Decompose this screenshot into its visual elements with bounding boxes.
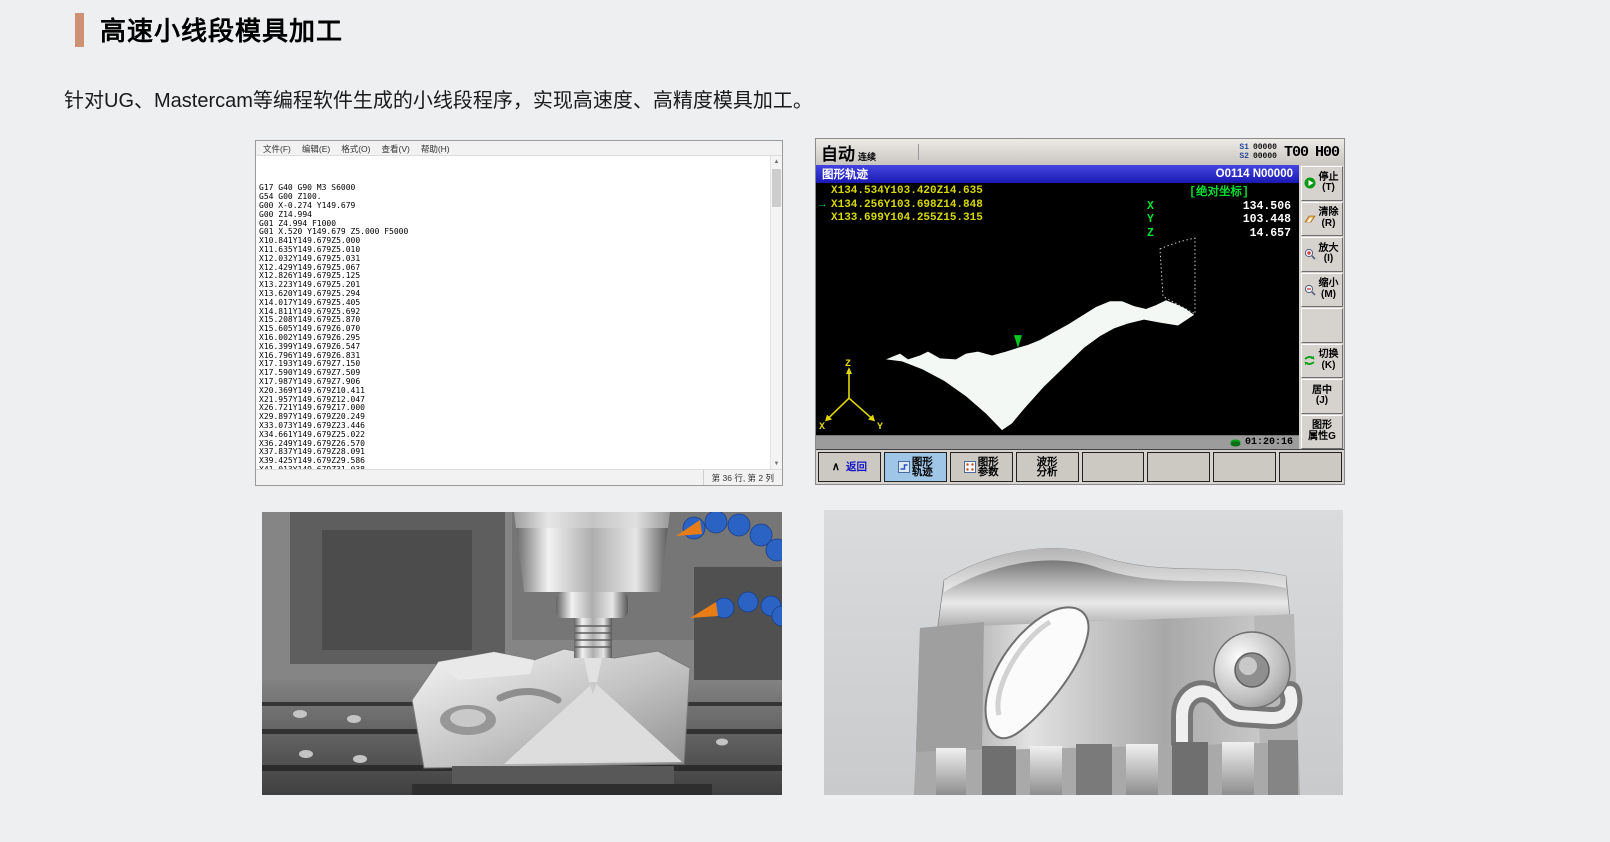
machined-surface — [886, 300, 1194, 430]
gcode-editor-text[interactable]: G17 G40 G90 M3 S6000G54 G00 Z100.G00 X-0… — [256, 156, 771, 469]
tab-return[interactable]: ∧ 返回 — [818, 452, 881, 482]
s2-value: 00000 — [1253, 152, 1277, 161]
section-header: 高速小线段模具加工 — [75, 11, 343, 48]
center-button[interactable]: 居中(J) — [1301, 379, 1343, 414]
line-marker — [819, 185, 831, 199]
notepad-menu-item[interactable]: 帮助(H) — [421, 143, 450, 155]
notepad-menu-item[interactable]: 文件(F) — [263, 143, 291, 155]
axis-x-label: X — [819, 421, 825, 432]
cnc-graphics-screen: Z X Y X134.534Y103.420Z14.635 →X134.256Y… — [816, 183, 1299, 435]
page-title: 高速小线段模具加工 — [100, 11, 343, 48]
scroll-down-icon[interactable]: ▼ — [771, 458, 782, 469]
cnc-titlebar: 图形轨迹 O0114 N00000 — [816, 165, 1299, 183]
notepad-menu-item[interactable]: 格式(O) — [341, 143, 370, 155]
gcode-line: X41.013Y149.679Z31.038 — [259, 466, 771, 469]
eraser-icon — [1303, 214, 1316, 224]
gcode-line: G00 X-0.274 Y149.679 — [259, 202, 771, 211]
program-line: X133.699Y104.255Z15.315 — [831, 212, 983, 226]
notepad-menubar: 文件(F) 编辑(E) 格式(O) 查看(V) 帮助(H) — [256, 141, 782, 156]
coord-z-value: 14.657 — [1250, 227, 1291, 241]
blank-button[interactable] — [1301, 308, 1343, 343]
spindle-speeds: S1 00000 S2 00000 — [1239, 143, 1277, 161]
coord-x-value: 134.506 — [1243, 200, 1291, 214]
clear-button[interactable]: 清除(R) — [1301, 202, 1343, 237]
absolute-coordinates: [绝对坐标] X 134.506 Y 103.448 Z 14.657 — [1143, 186, 1295, 240]
s1-label: S1 — [1239, 143, 1249, 152]
tab-empty[interactable] — [1147, 452, 1210, 482]
axis-y-label: Y — [877, 421, 883, 432]
program-line: X134.256Y103.698Z14.848 — [831, 199, 983, 213]
notepad-menu-item[interactable]: 编辑(E) — [302, 143, 330, 155]
s1-value: 00000 — [1253, 143, 1277, 152]
stop-button[interactable]: 停止(T) — [1301, 166, 1343, 201]
cnc-clock: 01:20:16 — [1245, 437, 1293, 448]
tab-empty[interactable] — [1279, 452, 1342, 482]
scroll-up-icon[interactable]: ▲ — [771, 156, 782, 167]
s2-label: S2 — [1239, 152, 1249, 161]
tab-empty[interactable] — [1213, 452, 1276, 482]
switch-button[interactable]: 切换(K) — [1301, 344, 1343, 379]
play-icon — [1303, 177, 1316, 189]
cnc-tab-bar: ∧ 返回 图形轨迹 图形参数 波形分析 — [816, 449, 1344, 484]
switch-icon — [1303, 355, 1316, 366]
graph-attribute-button[interactable]: 图形属性G — [1301, 415, 1343, 450]
notepad-window: 文件(F) 编辑(E) 格式(O) 查看(V) 帮助(H) G17 G40 G90 M3… — [255, 140, 783, 486]
gcode-line: G17 G40 G90 M3 S6000 — [259, 184, 771, 193]
cnc-program-lines: X134.534Y103.420Z14.635 →X134.256Y103.69… — [819, 185, 983, 226]
coord-y-axis: Y — [1147, 213, 1154, 227]
cnc-softkey-column: 停止(T) 清除(R) 放大(I) 缩小(M) 切换(K) 居 — [1299, 165, 1344, 449]
zoom-in-button[interactable]: 放大(I) — [1301, 237, 1343, 272]
axes-indicator — [828, 371, 872, 418]
cnc-status-strip: 01:20:16 — [816, 435, 1299, 449]
notepad-statusbar: 第 36 行, 第 2 列 — [256, 469, 782, 485]
coord-z-axis: Z — [1147, 227, 1154, 241]
line-marker — [819, 212, 831, 226]
trace-icon — [898, 461, 910, 473]
h-code: H00 — [1315, 144, 1339, 161]
tool-position-marker — [1014, 335, 1022, 348]
zoom-out-icon — [1303, 284, 1316, 296]
coord-y-value: 103.448 — [1243, 213, 1291, 227]
milling-machine-photo — [262, 512, 782, 795]
cnc-mode: 自动 — [821, 140, 855, 165]
tab-waveform-analysis[interactable]: 波形分析 — [1016, 452, 1079, 482]
axis-z-label: Z — [845, 358, 851, 369]
program-line: X134.534Y103.420Z14.635 — [831, 185, 983, 199]
tab-empty[interactable] — [1082, 452, 1145, 482]
active-line-marker: → — [819, 199, 831, 213]
divider — [918, 144, 919, 160]
tool-code: T00 — [1284, 144, 1308, 161]
params-icon — [964, 461, 976, 473]
status-icon — [1230, 439, 1241, 447]
page-subtitle: 针对UG、Mastercam等编程软件生成的小线段程序，实现高速度、高精度模具加… — [64, 84, 813, 113]
coord-header: [绝对坐标] — [1143, 186, 1295, 200]
caret-up-icon: ∧ — [832, 462, 840, 473]
cnc-header: 自动 连续 S1 00000 S2 00000 T00 H00 — [816, 139, 1344, 165]
cnc-mode-sub: 连续 — [858, 150, 876, 163]
scrollbar-thumb[interactable] — [772, 169, 781, 207]
tab-graph-trace[interactable]: 图形轨迹 — [884, 452, 947, 482]
program-number: O0114 N00000 — [1216, 168, 1293, 180]
scrollbar[interactable]: ▲ ▼ — [770, 156, 782, 469]
zoom-out-button[interactable]: 缩小(M) — [1301, 273, 1343, 308]
finished-mold-photo — [824, 510, 1343, 795]
tab-graph-params[interactable]: 图形参数 — [950, 452, 1013, 482]
notepad-menu-item[interactable]: 查看(V) — [381, 143, 409, 155]
zoom-in-icon — [1303, 248, 1316, 260]
coord-x-axis: X — [1147, 200, 1154, 214]
cnc-screen-title: 图形轨迹 — [822, 166, 868, 182]
accent-bar — [75, 13, 84, 47]
cnc-controller-panel: 自动 连续 S1 00000 S2 00000 T00 H00 图形轨迹 O0114… — [815, 138, 1345, 485]
cursor-position: 第 36 行, 第 2 列 — [703, 470, 782, 485]
